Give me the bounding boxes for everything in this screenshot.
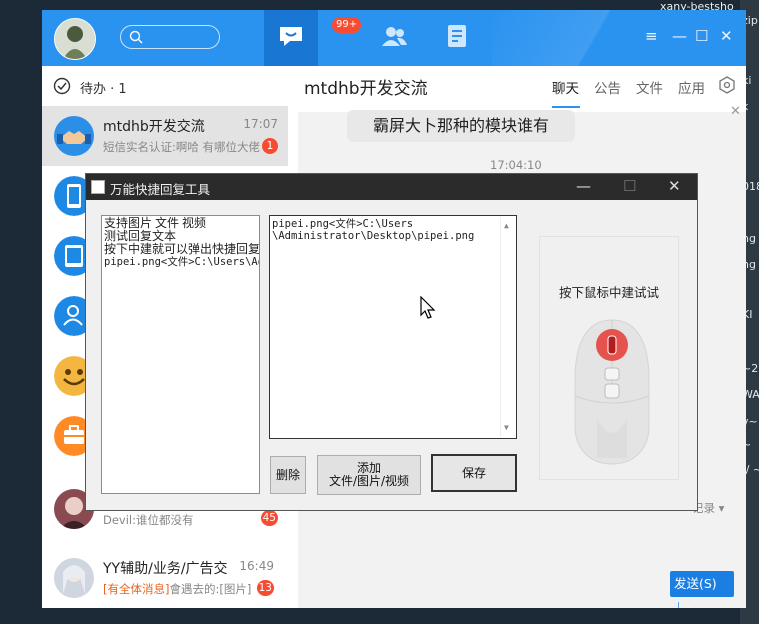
unread-badge: 1: [262, 138, 278, 154]
mention-tag: [有全体消息]: [103, 582, 170, 596]
message-timestamp: 17:04:10: [490, 158, 542, 172]
tab-files[interactable]: 文件: [636, 77, 663, 97]
session-name: YY辅助/业务/广告交: [103, 561, 228, 577]
mouse-icon: [574, 319, 650, 465]
editor-scrollbar[interactable]: ▲ ▼: [500, 217, 515, 437]
unread-badge: 45: [260, 510, 278, 526]
session-time: 16:49: [239, 559, 274, 573]
self-avatar[interactable]: [54, 18, 96, 60]
unread-badge: 99+: [332, 17, 362, 33]
mouse-hint: 按下鼠标中建试试: [559, 285, 660, 300]
settings-hexagon-icon[interactable]: [718, 76, 736, 94]
dialog-title-bar: 万能快捷回复工具 — ☐ ✕: [86, 174, 697, 200]
mouse-pointer-icon: [420, 296, 436, 319]
tab-chat[interactable]: 聊天: [552, 77, 579, 97]
check-circle-icon: [53, 77, 71, 95]
message-bubble: 霸屏大卜那种的模块谁有: [347, 110, 575, 142]
tab-apps[interactable]: 应用: [678, 77, 705, 97]
session-preview-text: 會遇去的:[图片]: [169, 582, 252, 596]
scroll-down-icon[interactable]: ▼: [504, 422, 509, 434]
session-item[interactable]: mtdhb开发交流 17:07 短信实名认证:啊哈 有哪位大佬 1: [42, 106, 288, 166]
save-button[interactable]: 保存: [431, 454, 517, 492]
chat-title: mtdhb开发交流: [304, 79, 428, 99]
send-options-icon[interactable]: ▾: [678, 602, 692, 608]
reply-list[interactable]: 支持图片 文件 视频 测试回复文本 按下中建就可以弹出快捷回复 pipei.pn…: [101, 215, 260, 494]
dialog-title: 万能快捷回复工具: [110, 182, 211, 197]
close-button[interactable]: ✕: [720, 28, 733, 44]
dialog-minimize-button[interactable]: —: [576, 178, 591, 194]
list-item[interactable]: 按下中建就可以弹出快捷回复: [104, 243, 259, 256]
maximize-button[interactable]: ☐: [695, 28, 708, 44]
message-icon: [280, 27, 302, 46]
session-preview: Devil:谁位都没有: [103, 513, 194, 527]
delete-button[interactable]: 删除: [270, 456, 306, 494]
send-label: 发送(S): [674, 576, 717, 591]
todo-bar[interactable]: 待办 · 1: [42, 66, 288, 107]
dialog-close-button[interactable]: ✕: [668, 178, 681, 194]
close-icon[interactable]: ✕: [730, 104, 741, 119]
editor-line: pipei.png<文件>C:\Users: [272, 218, 414, 230]
session-time: 17:07: [243, 117, 278, 131]
search-icon: [129, 30, 143, 44]
tab-underline: [552, 106, 580, 108]
unread-badge: 13: [256, 580, 274, 596]
group-avatar: [54, 116, 94, 156]
dialog-maximize-button[interactable]: ☐: [623, 178, 636, 194]
add-file-button[interactable]: 添加 文件/图片/视频: [317, 455, 421, 495]
scroll-up-icon[interactable]: ▲: [504, 220, 509, 232]
editor-line: \Administrator\Desktop\pipei.png: [272, 230, 475, 242]
todo-label: 待办 · 1: [80, 82, 127, 97]
search-input[interactable]: [120, 25, 220, 49]
session-name: mtdhb开发交流: [103, 119, 205, 135]
tab-announcement[interactable]: 公告: [594, 77, 621, 97]
session-preview: 短信实名认证:啊哈 有哪位大佬: [103, 140, 261, 154]
title-bar: 99+ ≡ — ☐ ✕: [42, 10, 746, 66]
session-item[interactable]: YY辅助/业务/广告交 16:49 [有全体消息]會遇去的:[图片] 13: [42, 548, 288, 608]
list-item[interactable]: pipei.png<文件>C:\Users\Ad: [104, 256, 259, 269]
add-sublabel: 文件/图片/视频: [328, 474, 410, 488]
apps-icon[interactable]: [446, 24, 468, 48]
reply-editor[interactable]: pipei.png<文件>C:\Users \Administrator\Des…: [269, 215, 517, 439]
minimize-button[interactable]: —: [672, 28, 687, 44]
session-preview: [有全体消息]會遇去的:[图片]: [103, 581, 263, 597]
app-icon: [91, 180, 105, 194]
send-button[interactable]: 发送(S) ▾: [670, 571, 734, 608]
tab-messages[interactable]: [264, 10, 318, 66]
user-avatar: [54, 558, 94, 598]
menu-icon[interactable]: ≡: [645, 28, 658, 44]
contacts-icon[interactable]: [380, 24, 408, 48]
quick-reply-dialog: 万能快捷回复工具 — ☐ ✕ 支持图片 文件 视频 测试回复文本 按下中建就可以…: [85, 173, 698, 511]
